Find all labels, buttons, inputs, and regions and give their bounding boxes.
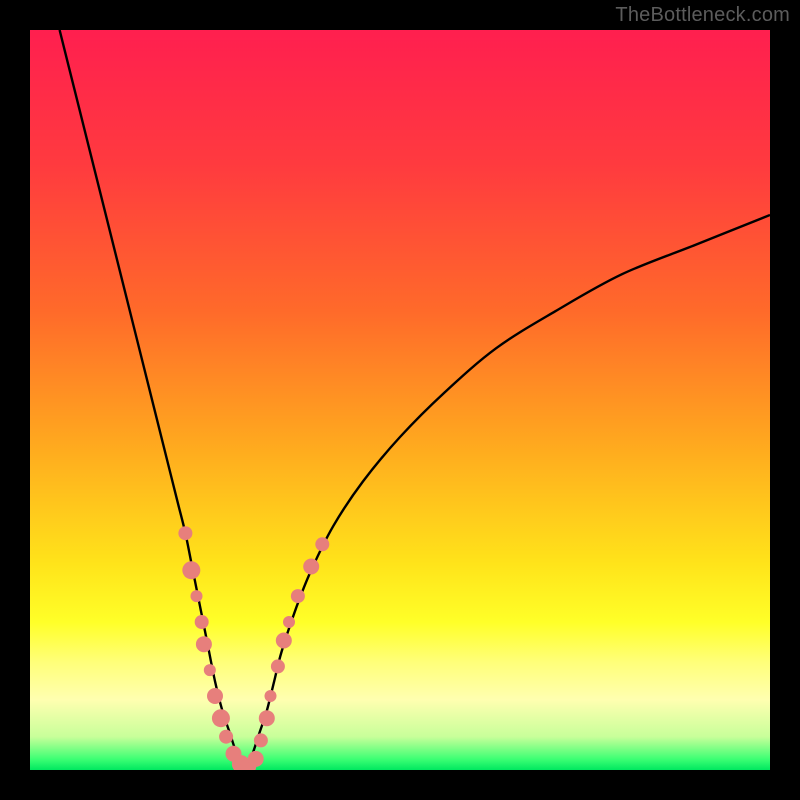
highlight-dot bbox=[303, 559, 319, 575]
highlight-dot bbox=[265, 690, 277, 702]
highlight-dot bbox=[283, 616, 295, 628]
highlight-dot bbox=[276, 633, 292, 649]
highlight-dot bbox=[195, 615, 209, 629]
highlight-dot bbox=[204, 664, 216, 676]
bottleneck-chart bbox=[30, 30, 770, 770]
highlight-dot bbox=[315, 537, 329, 551]
highlight-dot bbox=[254, 733, 268, 747]
highlight-dot bbox=[259, 710, 275, 726]
watermark-text: TheBottleneck.com bbox=[615, 4, 790, 27]
highlight-dot bbox=[191, 590, 203, 602]
highlight-dot bbox=[271, 659, 285, 673]
highlight-dot bbox=[207, 688, 223, 704]
highlight-dot bbox=[219, 730, 233, 744]
highlight-dot bbox=[196, 636, 212, 652]
highlight-dot bbox=[291, 589, 305, 603]
chart-background bbox=[30, 30, 770, 770]
highlight-dot bbox=[178, 526, 192, 540]
highlight-dot bbox=[212, 709, 230, 727]
chart-frame bbox=[30, 30, 770, 770]
highlight-dot bbox=[248, 751, 264, 767]
highlight-dot bbox=[182, 561, 200, 579]
